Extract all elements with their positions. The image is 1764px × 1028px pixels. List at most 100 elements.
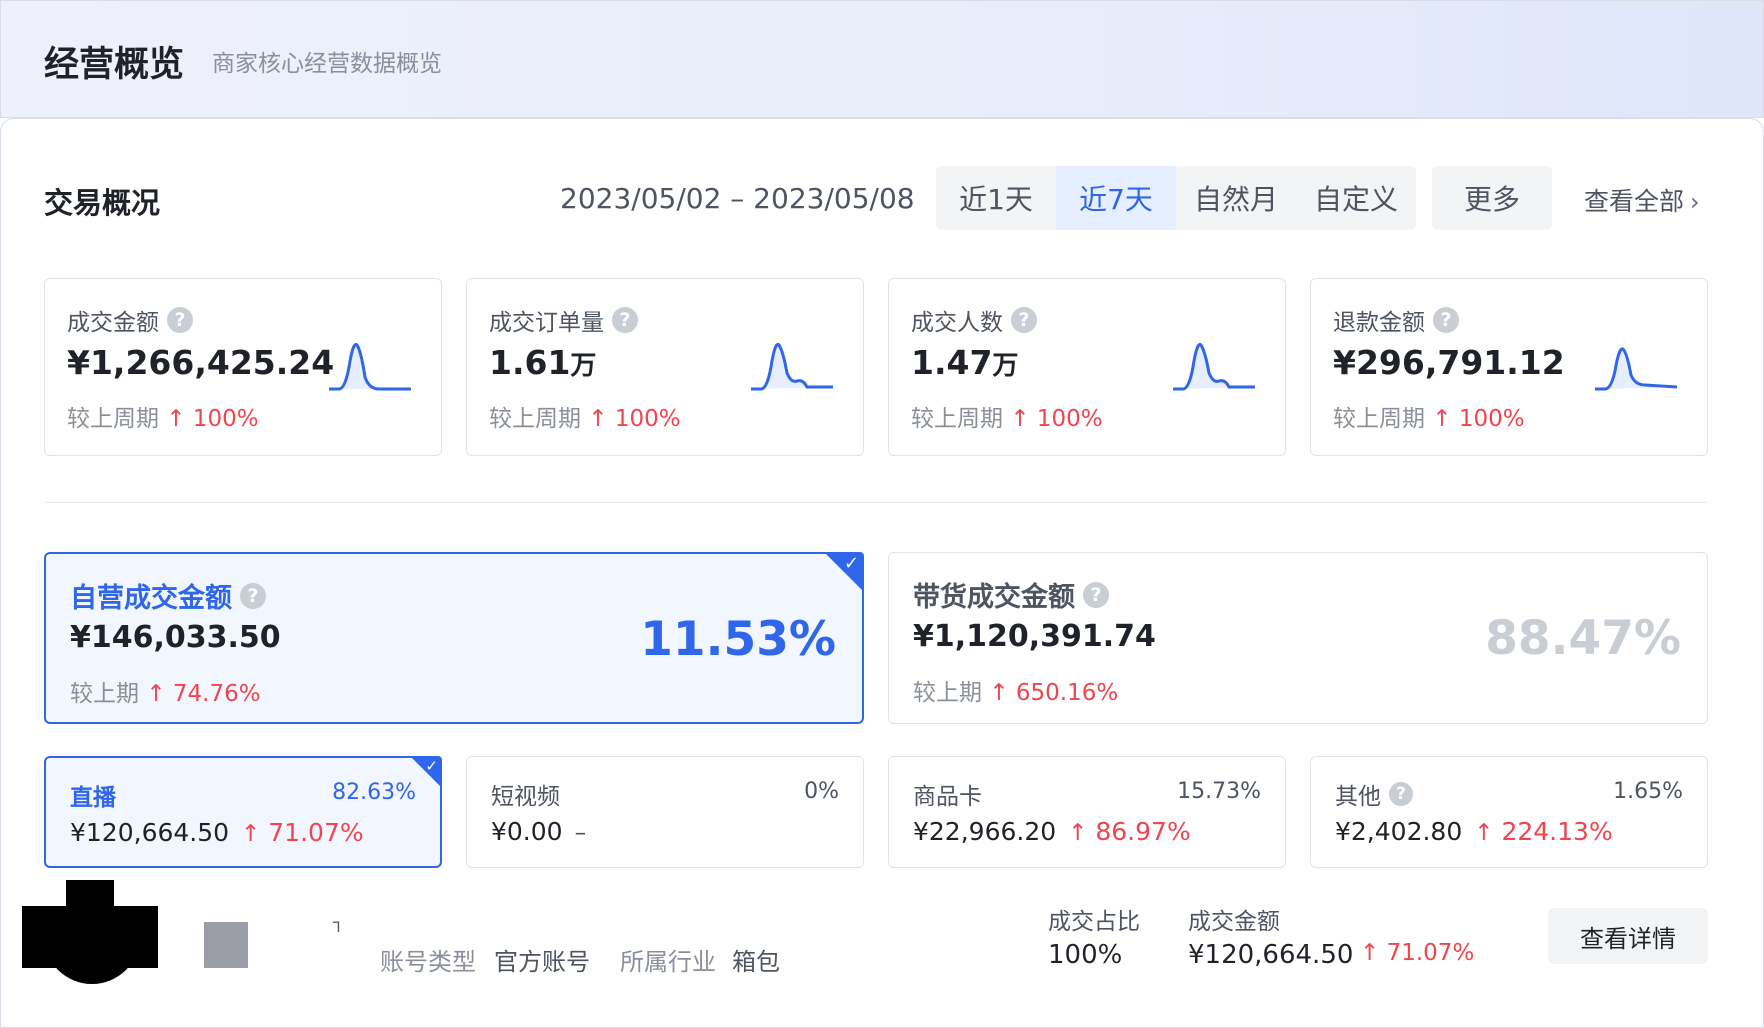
big-card-label: 带货成交金额? <box>913 575 1109 614</box>
channel-change: 71.07% <box>268 818 364 847</box>
section-divider <box>44 502 1708 503</box>
arrow-up-icon: ↑ <box>989 680 1009 706</box>
channel-card-product-card[interactable]: 商品卡 15.73% ¥22,966.20 ↑ 86.97% <box>888 756 1286 868</box>
account-type-value: 官方账号 <box>494 948 590 976</box>
self-operated-gmv-card[interactable]: 自营成交金额? ¥146,033.50 较上期 ↑ 74.76% 11.53% … <box>44 552 864 724</box>
metric-unit: 万 <box>992 351 1019 381</box>
tab-natural-month[interactable]: 自然月 <box>1176 166 1296 230</box>
question-circle-icon[interactable]: ? <box>612 307 638 333</box>
metric-label-text: 成交订单量 <box>489 310 604 336</box>
compare-prefix: 较上周期 <box>489 406 581 432</box>
sparkline-chart <box>751 342 833 391</box>
ratio-value: 100% <box>1048 940 1123 970</box>
account-name-redacted: ᒣ <box>332 920 341 936</box>
question-circle-icon[interactable]: ? <box>240 582 266 609</box>
date-range-display[interactable]: 2023/05/02 – 2023/05/08 <box>560 182 915 215</box>
channel-label: 商品卡 <box>913 784 982 810</box>
channel-change: 86.97% <box>1095 817 1191 846</box>
metric-card-refund[interactable]: 退款金额? ¥296,791.12 较上周期 ↑ 100% <box>1310 278 1708 456</box>
more-button[interactable]: 更多 <box>1432 166 1552 230</box>
compare-prefix: 较上期 <box>913 680 982 706</box>
question-circle-icon[interactable]: ? <box>1433 307 1459 333</box>
tab-1-day[interactable]: 近1天 <box>936 166 1056 230</box>
arrow-up-icon: ↑ <box>1474 820 1494 846</box>
sparkline-chart <box>329 342 411 391</box>
sparkline-line <box>1595 347 1677 391</box>
channel-amount: ¥2,402.80 <box>1335 817 1463 846</box>
metric-value-number: ¥1,266,425.24 <box>67 343 335 382</box>
industry-value: 箱包 <box>732 948 780 976</box>
tab-7-days[interactable]: 近7天 <box>1056 166 1176 230</box>
metric-value: 1.61万 <box>489 343 596 382</box>
question-circle-icon[interactable]: ? <box>1389 782 1413 806</box>
big-card-compare: 较上期 ↑ 74.76% <box>70 674 261 708</box>
big-card-value: ¥1,120,391.74 <box>913 619 1156 654</box>
metric-value: ¥296,791.12 <box>1333 343 1565 382</box>
metric-change: 100% <box>614 406 681 432</box>
chevron-right-icon: › <box>1690 188 1700 216</box>
arrow-up-icon: ↑ <box>146 681 166 707</box>
question-circle-icon[interactable]: ? <box>167 307 193 333</box>
metric-label-text: 成交人数 <box>911 310 1003 336</box>
question-circle-icon[interactable]: ? <box>1011 307 1037 333</box>
big-card-share: 11.53% <box>640 612 836 667</box>
check-icon: ✓ <box>425 757 438 775</box>
metric-card-gmv[interactable]: 成交金额? ¥1,266,425.24 较上周期 ↑ 100% <box>44 278 442 456</box>
channel-value: ¥0.00– <box>491 817 586 846</box>
metric-compare: 较上周期 ↑ 100% <box>1333 399 1525 433</box>
arrow-up-icon: ↑ <box>1010 406 1030 432</box>
metric-label-text: 成交金额 <box>67 310 159 336</box>
page-title: 经营概览 <box>44 45 185 85</box>
channel-value: ¥22,966.20 ↑ 86.97% <box>913 817 1191 846</box>
tab-custom[interactable]: 自定义 <box>1296 166 1416 230</box>
sparkline-area <box>751 344 833 389</box>
big-card-change: 74.76% <box>172 681 261 707</box>
channel-card-other[interactable]: 其他? 1.65% ¥2,402.80 ↑ 224.13% <box>1310 756 1708 868</box>
account-type-label: 账号类型 <box>380 948 476 976</box>
view-all-link[interactable]: 查看全部 › <box>1584 182 1700 218</box>
arrow-up-icon: ↑ <box>166 406 186 432</box>
sparkline-chart <box>1595 347 1677 391</box>
channel-card-short-video[interactable]: 短视频 0% ¥0.00– <box>466 756 864 868</box>
big-card-label-text: 自营成交金额 <box>70 583 232 614</box>
question-circle-icon[interactable]: ? <box>1083 581 1109 608</box>
channel-change: 224.13% <box>1501 817 1613 846</box>
amount-label: 成交金额 <box>1188 909 1280 935</box>
page-subtitle: 商家核心经营数据概览 <box>212 51 442 77</box>
affiliate-gmv-card[interactable]: 带货成交金额? ¥1,120,391.74 较上期 ↑ 650.16% 88.4… <box>888 552 1708 724</box>
compare-prefix: 较上周期 <box>1333 406 1425 432</box>
account-thumbnail <box>204 922 248 968</box>
check-icon: ✓ <box>843 553 859 574</box>
metric-change: 100% <box>1458 406 1525 432</box>
channel-label-text: 其他 <box>1335 784 1381 810</box>
metric-card-buyers[interactable]: 成交人数? 1.47万 较上周期 ↑ 100% <box>888 278 1286 456</box>
channel-value: ¥120,664.50 ↑ 71.07% <box>70 818 364 847</box>
metric-value-number: 1.61 <box>489 343 571 382</box>
ratio-label: 成交占比 <box>1048 909 1140 935</box>
metric-value-number: ¥296,791.12 <box>1333 343 1565 382</box>
channel-value: ¥2,402.80 ↑ 224.13% <box>1335 817 1613 846</box>
metric-card-orders[interactable]: 成交订单量? 1.61万 较上周期 ↑ 100% <box>466 278 864 456</box>
metric-label: 成交订单量? <box>489 303 638 337</box>
channel-amount: ¥120,664.50 <box>70 818 230 847</box>
compare-prefix: 较上周期 <box>67 406 159 432</box>
big-card-share: 88.47% <box>1485 611 1681 666</box>
view-all-label: 查看全部 <box>1584 187 1685 216</box>
arrow-up-icon: ↑ <box>1068 820 1088 846</box>
amount-change: ↑ 71.07% <box>1360 940 1474 966</box>
channel-share: 0% <box>804 779 839 804</box>
big-card-compare: 较上期 ↑ 650.16% <box>913 673 1118 707</box>
big-card-label: 自营成交金额? <box>70 576 266 615</box>
channel-share: 82.63% <box>332 780 416 805</box>
metric-compare: 较上周期 ↑ 100% <box>911 399 1103 433</box>
channel-label: 直播 <box>70 785 116 811</box>
sparkline-chart <box>1173 342 1255 391</box>
arrow-up-icon: ↑ <box>241 821 261 847</box>
industry-label: 所属行业 <box>620 948 716 976</box>
view-details-button[interactable]: 查看详情 <box>1548 908 1708 964</box>
compare-prefix: 较上周期 <box>911 406 1003 432</box>
channel-card-live[interactable]: 直播 82.63% ¥120,664.50 ↑ 71.07% ✓ <box>44 756 442 868</box>
metric-compare: 较上周期 ↑ 100% <box>67 399 259 433</box>
metric-change: 100% <box>192 406 259 432</box>
sparkline-area <box>1173 344 1255 389</box>
